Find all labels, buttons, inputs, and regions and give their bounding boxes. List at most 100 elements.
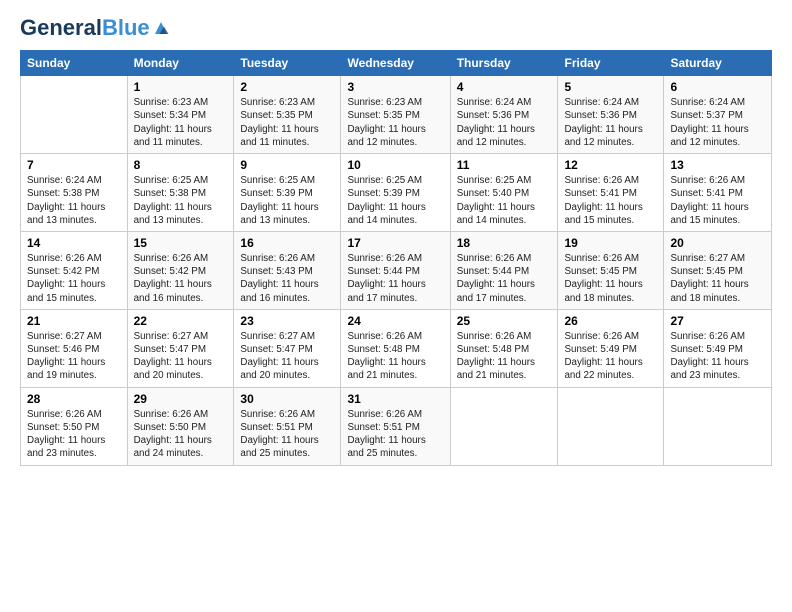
calendar-cell: 3 Sunrise: 6:23 AM Sunset: 5:35 PM Daylig… [341,76,450,154]
cell-content: Sunrise: 6:26 AM Sunset: 5:50 PM Dayligh… [27,408,121,461]
calendar-cell: 22Sunrise: 6:27 AM Sunset: 5:47 PM Dayli… [127,309,234,387]
cell-content: Sunrise: 6:26 AM Sunset: 5:50 PM Dayligh… [134,408,228,461]
cell-content: Sunrise: 6:24 AM Sunset: 5:36 PM Dayligh… [457,96,552,149]
col-header-monday: Monday [127,51,234,76]
day-number: 12 [564,158,657,172]
cell-content: Sunrise: 6:26 AM Sunset: 5:49 PM Dayligh… [564,330,657,383]
calendar-cell: 5 Sunrise: 6:24 AM Sunset: 5:36 PM Daylig… [558,76,664,154]
col-header-thursday: Thursday [450,51,558,76]
cell-content: Sunrise: 6:26 AM Sunset: 5:44 PM Dayligh… [347,252,443,305]
calendar-cell: 7Sunrise: 6:24 AM Sunset: 5:38 PM Daylig… [21,154,128,232]
col-header-friday: Friday [558,51,664,76]
day-number: 4 [457,80,552,94]
cell-content: Sunrise: 6:26 AM Sunset: 5:49 PM Dayligh… [670,330,765,383]
cell-content: Sunrise: 6:24 AM Sunset: 5:36 PM Dayligh… [564,96,657,149]
calendar-cell: 10 Sunrise: 6:25 AM Sunset: 5:39 PM Dayli… [341,154,450,232]
day-number: 14 [27,236,121,250]
cell-content: Sunrise: 6:24 AM Sunset: 5:37 PM Dayligh… [670,96,765,149]
calendar-cell: 4 Sunrise: 6:24 AM Sunset: 5:36 PM Daylig… [450,76,558,154]
calendar-cell: 24 Sunrise: 6:26 AM Sunset: 5:48 PM Dayli… [341,309,450,387]
calendar-cell: 29 Sunrise: 6:26 AM Sunset: 5:50 PM Dayli… [127,387,234,465]
col-header-tuesday: Tuesday [234,51,341,76]
calendar-cell: 11 Sunrise: 6:25 AM Sunset: 5:40 PM Dayli… [450,154,558,232]
day-number: 19 [564,236,657,250]
day-number: 28 [27,392,121,406]
page: GeneralBlue SundayMondayTuesdayWednesday… [0,0,792,612]
header: GeneralBlue [20,16,772,40]
calendar-cell: 26 Sunrise: 6:26 AM Sunset: 5:49 PM Dayli… [558,309,664,387]
cell-content: Sunrise: 6:26 AM Sunset: 5:43 PM Dayligh… [240,252,334,305]
calendar-cell: 21 Sunrise: 6:27 AM Sunset: 5:46 PM Dayli… [21,309,128,387]
calendar-cell [664,387,772,465]
cell-content: Sunrise: 6:25 AM Sunset: 5:39 PM Dayligh… [347,174,443,227]
cell-content: Sunrise: 6:26 AM Sunset: 5:45 PM Dayligh… [564,252,657,305]
day-number: 7 [27,158,121,172]
day-number: 20 [670,236,765,250]
day-number: 10 [347,158,443,172]
cell-content: Sunrise: 6:26 AM Sunset: 5:41 PM Dayligh… [670,174,765,227]
cell-content: Sunrise: 6:25 AM Sunset: 5:39 PM Dayligh… [240,174,334,227]
calendar-cell: 17Sunrise: 6:26 AM Sunset: 5:44 PM Dayli… [341,231,450,309]
col-header-wednesday: Wednesday [341,51,450,76]
calendar-cell: 1Sunrise: 6:23 AM Sunset: 5:34 PM Daylig… [127,76,234,154]
col-header-sunday: Sunday [21,51,128,76]
day-number: 27 [670,314,765,328]
cell-content: Sunrise: 6:26 AM Sunset: 5:48 PM Dayligh… [347,330,443,383]
header-row: SundayMondayTuesdayWednesdayThursdayFrid… [21,51,772,76]
cell-content: Sunrise: 6:26 AM Sunset: 5:42 PM Dayligh… [134,252,228,305]
calendar-cell: 20 Sunrise: 6:27 AM Sunset: 5:45 PM Dayli… [664,231,772,309]
day-number: 9 [240,158,334,172]
day-number: 13 [670,158,765,172]
calendar-cell: 13 Sunrise: 6:26 AM Sunset: 5:41 PM Dayli… [664,154,772,232]
cell-content: Sunrise: 6:27 AM Sunset: 5:46 PM Dayligh… [27,330,121,383]
week-row-3: 14 Sunrise: 6:26 AM Sunset: 5:42 PM Dayli… [21,231,772,309]
calendar-cell: 14 Sunrise: 6:26 AM Sunset: 5:42 PM Dayli… [21,231,128,309]
calendar-cell: 25 Sunrise: 6:26 AM Sunset: 5:48 PM Dayli… [450,309,558,387]
col-header-saturday: Saturday [664,51,772,76]
day-number: 5 [564,80,657,94]
calendar-cell: 18Sunrise: 6:26 AM Sunset: 5:44 PM Dayli… [450,231,558,309]
day-number: 15 [134,236,228,250]
day-number: 24 [347,314,443,328]
calendar-cell: 2Sunrise: 6:23 AM Sunset: 5:35 PM Daylig… [234,76,341,154]
cell-content: Sunrise: 6:26 AM Sunset: 5:51 PM Dayligh… [240,408,334,461]
day-number: 25 [457,314,552,328]
day-number: 2 [240,80,334,94]
day-number: 3 [347,80,443,94]
day-number: 11 [457,158,552,172]
calendar-cell: 30 Sunrise: 6:26 AM Sunset: 5:51 PM Dayli… [234,387,341,465]
calendar-table: SundayMondayTuesdayWednesdayThursdayFrid… [20,50,772,465]
calendar-cell [21,76,128,154]
day-number: 31 [347,392,443,406]
logo-icon [152,19,170,37]
calendar-cell [450,387,558,465]
cell-content: Sunrise: 6:26 AM Sunset: 5:44 PM Dayligh… [457,252,552,305]
day-number: 30 [240,392,334,406]
calendar-cell: 27 Sunrise: 6:26 AM Sunset: 5:49 PM Dayli… [664,309,772,387]
calendar-cell: 23Sunrise: 6:27 AM Sunset: 5:47 PM Dayli… [234,309,341,387]
calendar-cell: 31 Sunrise: 6:26 AM Sunset: 5:51 PM Dayli… [341,387,450,465]
day-number: 26 [564,314,657,328]
logo: GeneralBlue [20,16,170,40]
day-number: 23 [240,314,334,328]
day-number: 16 [240,236,334,250]
calendar-cell: 15 Sunrise: 6:26 AM Sunset: 5:42 PM Dayli… [127,231,234,309]
cell-content: Sunrise: 6:26 AM Sunset: 5:48 PM Dayligh… [457,330,552,383]
cell-content: Sunrise: 6:26 AM Sunset: 5:42 PM Dayligh… [27,252,121,305]
day-number: 21 [27,314,121,328]
calendar-cell: 9 Sunrise: 6:25 AM Sunset: 5:39 PM Daylig… [234,154,341,232]
cell-content: Sunrise: 6:27 AM Sunset: 5:47 PM Dayligh… [134,330,228,383]
cell-content: Sunrise: 6:27 AM Sunset: 5:45 PM Dayligh… [670,252,765,305]
calendar-cell: 19 Sunrise: 6:26 AM Sunset: 5:45 PM Dayli… [558,231,664,309]
calendar-cell [558,387,664,465]
day-number: 1 [134,80,228,94]
cell-content: Sunrise: 6:26 AM Sunset: 5:51 PM Dayligh… [347,408,443,461]
day-number: 29 [134,392,228,406]
day-number: 8 [134,158,228,172]
calendar-cell: 6Sunrise: 6:24 AM Sunset: 5:37 PM Daylig… [664,76,772,154]
cell-content: Sunrise: 6:26 AM Sunset: 5:41 PM Dayligh… [564,174,657,227]
cell-content: Sunrise: 6:25 AM Sunset: 5:38 PM Dayligh… [134,174,228,227]
cell-content: Sunrise: 6:25 AM Sunset: 5:40 PM Dayligh… [457,174,552,227]
calendar-cell: 16 Sunrise: 6:26 AM Sunset: 5:43 PM Dayli… [234,231,341,309]
cell-content: Sunrise: 6:23 AM Sunset: 5:35 PM Dayligh… [347,96,443,149]
